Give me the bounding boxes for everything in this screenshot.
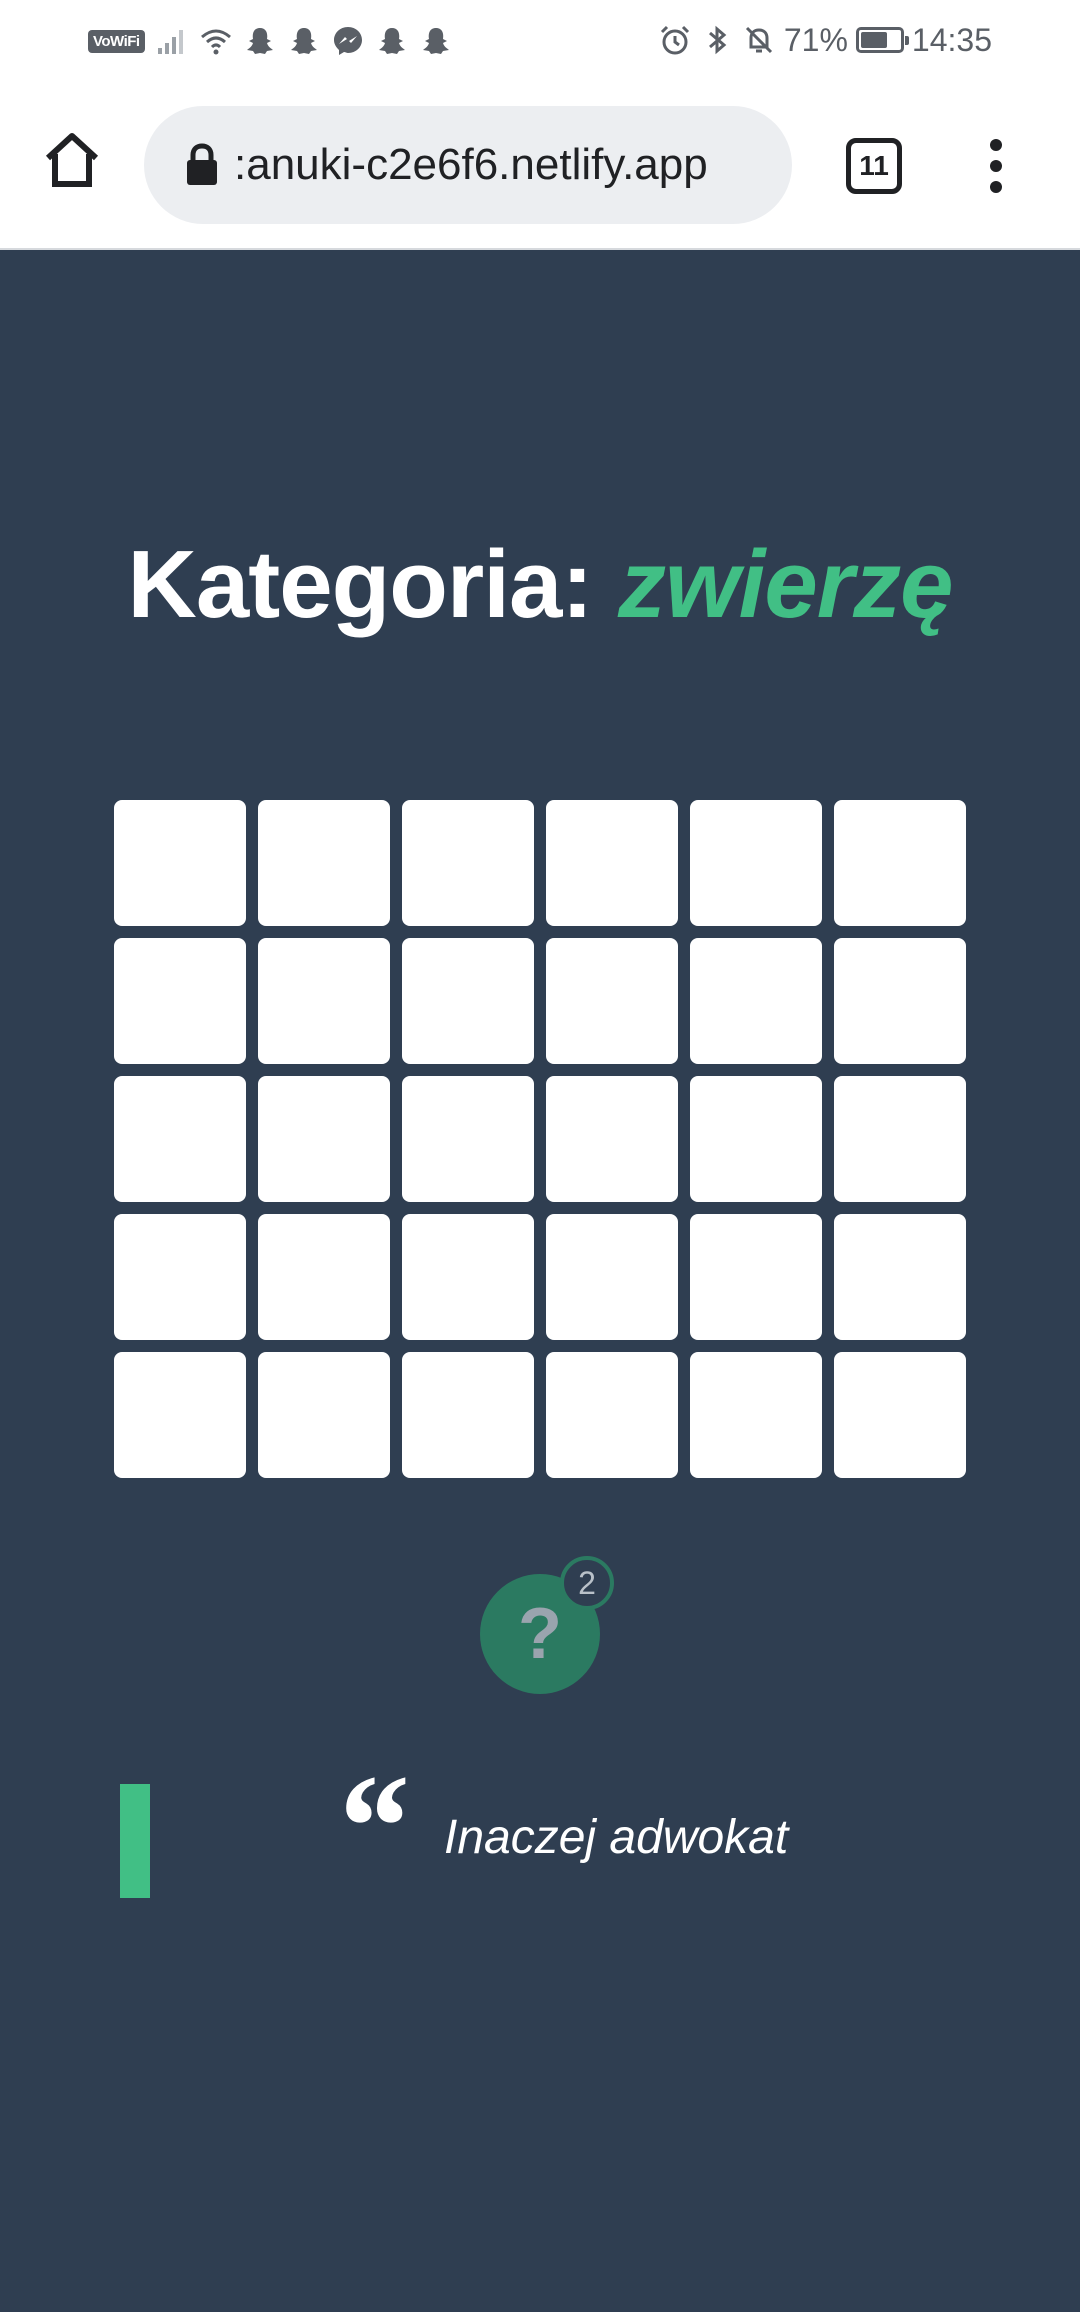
menu-dot — [990, 160, 1002, 172]
snapchat-icon — [422, 28, 449, 54]
grid-cell — [546, 938, 678, 1064]
snapchat-icon — [378, 28, 405, 54]
grid-cell — [258, 1214, 390, 1340]
grid-cell — [114, 938, 246, 1064]
menu-dot — [990, 181, 1002, 193]
grid-cell — [402, 800, 534, 926]
grid-cell — [546, 800, 678, 926]
clue-accent-bar — [120, 1784, 150, 1898]
category-value: zwierzę — [617, 531, 953, 638]
grid-cell — [114, 1352, 246, 1478]
quote-icon: “ — [332, 1744, 407, 1910]
menu-dot — [990, 139, 1002, 151]
browser-toolbar: :anuki-c2e6f6.netlify.app 11 — [0, 82, 1080, 250]
clock: 14:35 — [911, 21, 992, 58]
grid-cell — [834, 1076, 966, 1202]
signal-icon — [157, 30, 183, 54]
address-bar[interactable]: :anuki-c2e6f6.netlify.app — [144, 106, 792, 224]
home-icon — [45, 133, 99, 187]
grid-cell — [546, 1352, 678, 1478]
grid-cell — [402, 1214, 534, 1340]
grid-cell — [258, 800, 390, 926]
hint-count: 2 — [578, 1564, 596, 1601]
grid-cell — [834, 938, 966, 1064]
clue-text: Inaczej adwokat — [444, 1811, 789, 1864]
grid-cell — [258, 1076, 390, 1202]
tab-count: 11 — [859, 150, 889, 181]
letter-grid — [114, 800, 966, 1478]
grid-cell — [546, 1214, 678, 1340]
grid-cell — [402, 1076, 534, 1202]
vowifi-badge: VoWiFi — [88, 29, 145, 53]
grid-cell — [690, 1214, 822, 1340]
category-title: Kategoria: zwierzę — [0, 530, 1080, 640]
grid-cell — [546, 1076, 678, 1202]
home-button[interactable] — [36, 124, 108, 196]
browser-menu-button[interactable] — [972, 122, 1020, 210]
tab-switcher-button[interactable]: 11 — [846, 138, 902, 194]
grid-cell — [690, 1352, 822, 1478]
grid-cell — [402, 938, 534, 1064]
grid-cell — [114, 800, 246, 926]
alarm-icon — [660, 25, 689, 55]
grid-cell — [834, 1214, 966, 1340]
status-bar: VoWiFi 71% 14:35 — [0, 0, 1080, 82]
grid-cell — [402, 1352, 534, 1478]
battery-fill — [860, 32, 887, 48]
grid-cell — [690, 1076, 822, 1202]
status-right: 71% 14:35 — [658, 18, 992, 62]
url-text: :anuki-c2e6f6.netlify.app — [234, 140, 708, 189]
hint-count-badge: 2 — [560, 1556, 614, 1610]
grid-cell — [690, 938, 822, 1064]
lock-icon — [187, 143, 217, 185]
battery-percent: 71% — [783, 21, 848, 58]
mute-icon — [745, 26, 772, 54]
grid-cell — [834, 800, 966, 926]
bluetooth-icon — [708, 25, 727, 55]
grid-cell — [690, 800, 822, 926]
grid-cell — [114, 1076, 246, 1202]
grid-cell — [258, 938, 390, 1064]
grid-cell — [114, 1214, 246, 1340]
snapchat-icon — [290, 28, 317, 54]
category-label: Kategoria: — [127, 531, 594, 638]
battery-icon — [855, 27, 909, 53]
snapchat-icon — [246, 28, 273, 54]
messenger-icon — [333, 27, 362, 55]
status-left: VoWiFi — [88, 20, 453, 62]
grid-cell — [258, 1352, 390, 1478]
wifi-icon — [200, 29, 231, 55]
question-mark-icon: ? — [518, 1594, 562, 1674]
grid-cell — [834, 1352, 966, 1478]
